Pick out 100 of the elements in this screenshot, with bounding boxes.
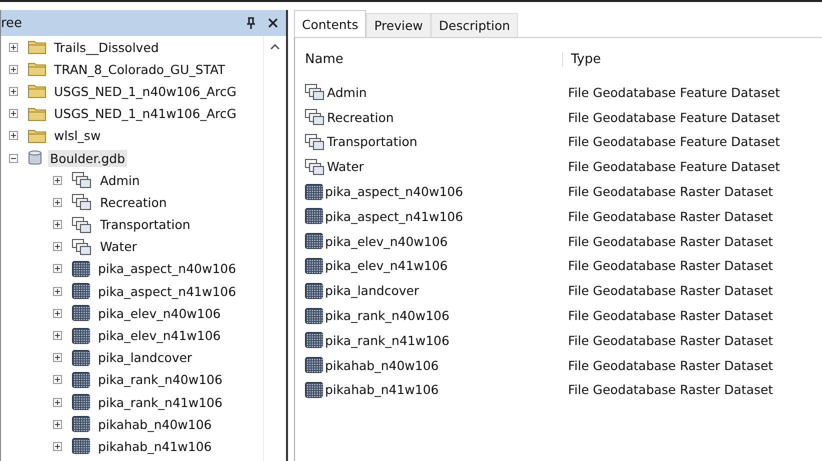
table-cell[interactable]: Recreation xyxy=(327,110,394,125)
expand-icon[interactable] xyxy=(53,176,62,185)
collapse-icon[interactable] xyxy=(9,154,18,163)
expand-icon[interactable] xyxy=(9,109,18,118)
expand-icon[interactable] xyxy=(53,375,62,384)
tab[interactable]: Description xyxy=(430,13,518,37)
stacked-squares-icon xyxy=(72,238,92,255)
tree-item[interactable]: Water xyxy=(98,238,139,256)
table-cell: File Geodatabase Raster Dataset xyxy=(568,208,774,224)
grid-icon xyxy=(305,233,323,250)
tree-item[interactable]: pika_elev_n40w106 xyxy=(96,304,223,322)
database-icon xyxy=(28,150,42,166)
folder-icon xyxy=(28,106,46,121)
close-icon[interactable] xyxy=(268,18,278,28)
expand-icon[interactable] xyxy=(9,131,18,140)
scroll-up-icon[interactable] xyxy=(270,44,280,50)
folder-icon xyxy=(28,62,46,76)
column-header[interactable]: Name xyxy=(305,52,563,66)
table-cell: File Geodatabase Raster Dataset xyxy=(568,283,774,298)
table-cell: File Geodatabase Raster Dataset xyxy=(568,358,774,373)
table-cell[interactable]: Transportation xyxy=(327,134,418,150)
pin-icon[interactable] xyxy=(246,17,256,29)
table-cell[interactable]: pika_elev_n41w106 xyxy=(325,258,448,274)
expand-icon[interactable] xyxy=(53,264,62,274)
tree-item[interactable]: Admin xyxy=(98,172,142,189)
tree-item[interactable]: Boulder.gdb xyxy=(48,150,128,167)
expand-icon[interactable] xyxy=(53,420,62,429)
table-cell: File Geodatabase Feature Dataset xyxy=(568,84,780,100)
expand-icon[interactable] xyxy=(53,286,62,296)
stacked-squares-icon xyxy=(305,134,325,150)
grid-icon xyxy=(305,308,323,324)
tree-item[interactable]: pika_rank_n40w106 xyxy=(96,371,224,388)
table-cell: File Geodatabase Raster Dataset xyxy=(568,308,774,324)
table-cell[interactable]: pika_elev_n40w106 xyxy=(325,234,448,249)
expand-icon[interactable] xyxy=(53,353,62,362)
tree-item[interactable]: pikahab_n41w106 xyxy=(96,438,214,455)
tree-item[interactable]: USGS_NED_1_n40w106_ArcG xyxy=(52,82,238,100)
expand-icon[interactable] xyxy=(9,42,18,52)
grid-icon xyxy=(72,438,90,454)
table-cell: File Geodatabase Raster Dataset xyxy=(568,184,774,200)
tree-item[interactable]: wlsl_sw xyxy=(52,127,103,144)
grid-icon xyxy=(72,416,90,432)
table-cell[interactable]: pikahab_n40w106 xyxy=(325,358,439,373)
table-cell: File Geodatabase Raster Dataset xyxy=(568,382,774,398)
grid-icon xyxy=(72,350,90,366)
expand-icon[interactable] xyxy=(53,308,62,318)
tree-item[interactable]: Recreation xyxy=(98,194,169,211)
stacked-squares-icon xyxy=(72,216,92,233)
grid-icon xyxy=(305,258,323,274)
table-cell[interactable]: pika_aspect_n40w106 xyxy=(325,184,464,200)
grid-icon xyxy=(305,208,323,224)
expand-icon[interactable] xyxy=(53,398,62,407)
grid-icon xyxy=(72,305,90,322)
table-cell: File Geodatabase Feature Dataset xyxy=(568,110,780,125)
grid-icon xyxy=(305,184,323,200)
tree-item[interactable]: pika_aspect_n40w106 xyxy=(96,260,238,278)
table-cell: File Geodatabase Raster Dataset xyxy=(568,258,774,274)
tree-item[interactable]: USGS_NED_1_n41w106_ArcG xyxy=(52,105,238,122)
table-cell[interactable]: pika_landcover xyxy=(325,283,420,298)
stacked-squares-icon xyxy=(305,109,325,126)
grid-icon xyxy=(72,283,90,300)
table-cell: File Geodatabase Raster Dataset xyxy=(568,332,774,348)
tree-item[interactable]: pikahab_n40w106 xyxy=(96,416,214,433)
table-cell[interactable]: pikahab_n41w106 xyxy=(325,382,439,398)
table-cell[interactable]: pika_rank_n40w106 xyxy=(325,308,450,324)
table-cell[interactable]: Water xyxy=(327,159,364,174)
tree-item[interactable]: Transportation xyxy=(98,216,192,234)
grid-icon xyxy=(305,332,323,348)
tree-item[interactable]: TRAN_8_Colorado_GU_STAT xyxy=(52,60,228,78)
grid-icon xyxy=(72,372,90,388)
grid-icon xyxy=(305,382,323,398)
expand-icon[interactable] xyxy=(53,220,62,230)
table-cell[interactable]: pika_rank_n41w106 xyxy=(325,332,450,348)
grid-icon xyxy=(72,328,90,344)
tree-item[interactable]: pika_aspect_n41w106 xyxy=(96,282,238,300)
column-header[interactable]: Type xyxy=(571,52,601,66)
expand-icon[interactable] xyxy=(53,198,62,207)
stacked-squares-icon xyxy=(305,84,325,100)
table-cell: File Geodatabase Raster Dataset xyxy=(568,234,774,249)
folder-icon xyxy=(28,128,46,143)
expand-icon[interactable] xyxy=(9,64,18,74)
tab[interactable]: Preview xyxy=(366,13,431,37)
table-cell[interactable]: Admin xyxy=(327,84,367,100)
tree-item[interactable]: pika_elev_n41w106 xyxy=(96,327,223,344)
tab[interactable]: Contents xyxy=(294,10,366,37)
tree-item[interactable]: pika_rank_n41w106 xyxy=(96,394,224,411)
expand-icon[interactable] xyxy=(9,86,18,96)
table-cell: File Geodatabase Feature Dataset xyxy=(568,159,780,174)
panel-title: ree xyxy=(1,16,24,30)
table-cell[interactable]: pika_aspect_n41w106 xyxy=(325,208,464,224)
stacked-squares-icon xyxy=(305,158,325,175)
grid-icon xyxy=(72,260,90,277)
grid-icon xyxy=(72,394,90,410)
expand-icon[interactable] xyxy=(53,442,62,451)
tree-item[interactable]: pika_landcover xyxy=(96,349,194,366)
expand-icon[interactable] xyxy=(53,331,62,340)
table-cell: File Geodatabase Feature Dataset xyxy=(568,134,780,150)
folder-icon xyxy=(28,84,46,98)
tree-item[interactable]: Trails__Dissolved xyxy=(52,38,161,56)
expand-icon[interactable] xyxy=(53,242,62,252)
